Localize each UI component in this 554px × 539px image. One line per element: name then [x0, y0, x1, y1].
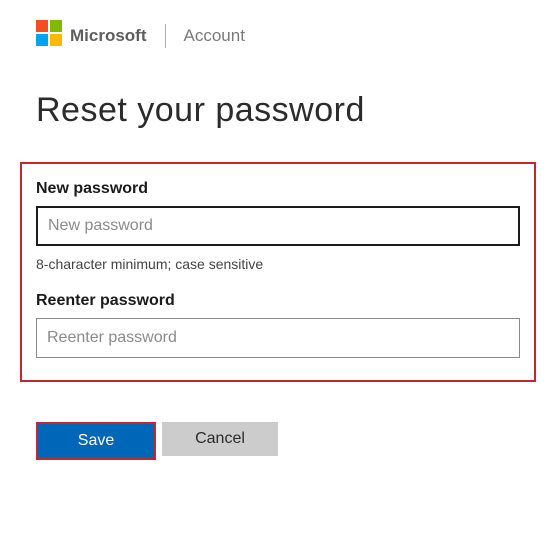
page-title: Reset your password — [0, 91, 554, 130]
brand-name: Microsoft — [70, 26, 147, 46]
cancel-button[interactable]: Cancel — [162, 422, 278, 456]
header-section: Account — [184, 26, 245, 46]
new-password-input[interactable] — [36, 206, 520, 246]
header: Microsoft Account — [0, 20, 554, 51]
save-button[interactable]: Save — [38, 424, 154, 458]
password-hint: 8-character minimum; case sensitive — [36, 256, 520, 272]
reenter-password-input[interactable] — [36, 318, 520, 358]
save-button-highlight: Save — [36, 422, 156, 460]
password-form-highlight: New password 8-character minimum; case s… — [20, 162, 536, 382]
new-password-label: New password — [36, 180, 520, 198]
microsoft-logo-icon — [36, 20, 62, 51]
header-divider — [165, 24, 166, 48]
reenter-password-label: Reenter password — [36, 292, 520, 310]
button-row: Save Cancel — [0, 422, 554, 460]
